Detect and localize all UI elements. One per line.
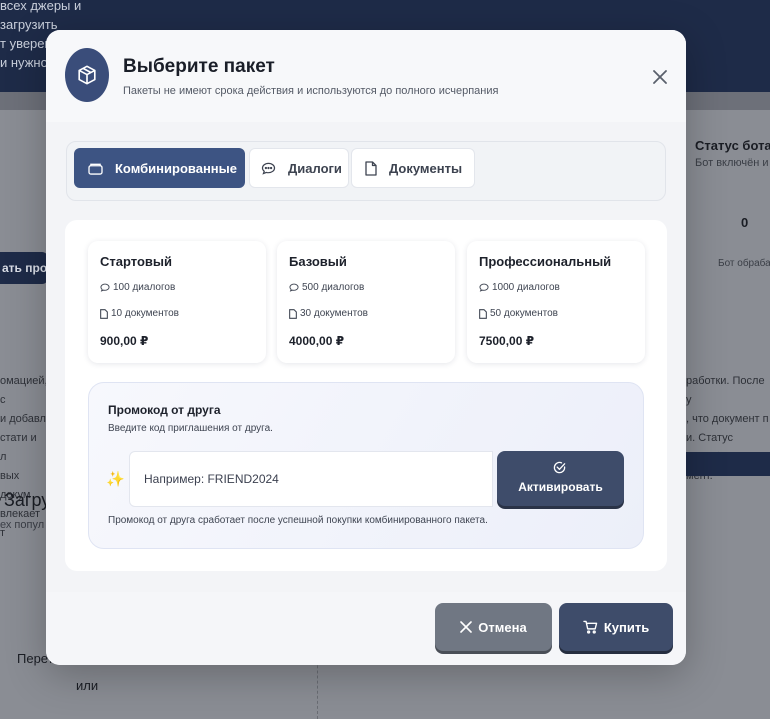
tab-dialogs[interactable]: Диалоги	[249, 148, 349, 188]
chat-icon	[289, 283, 299, 292]
promo-note: Промокод от друга сработает после успешн…	[108, 515, 488, 526]
cancel-button[interactable]: Отмена	[435, 603, 552, 651]
plan-dialogs: 100 диалогов	[100, 282, 175, 293]
cart-icon	[583, 620, 598, 634]
background-bot-text: Бот обраба	[718, 258, 770, 269]
plan-dialogs-text: 500 диалогов	[302, 282, 365, 293]
background-stat-value: 0	[741, 215, 749, 230]
background-status-subtitle: Бот включён и	[695, 157, 769, 169]
tab-combined-label: Комбинированные	[115, 160, 237, 176]
plan-dialogs: 500 диалогов	[289, 282, 364, 293]
plan-price: 4000,00 ₽	[289, 334, 345, 348]
promo-subtitle: Введите код приглашения от друга.	[108, 423, 273, 434]
modal-body: Комбинированные Диалоги Документы Старто…	[46, 122, 686, 592]
close-button[interactable]	[648, 65, 672, 89]
package-panel: Стартовый 100 диалогов 10 документов 900…	[65, 220, 667, 571]
sparkle-icon: ✨	[106, 471, 125, 488]
background-status-title: Статус бота	[695, 138, 770, 153]
background-or-text: или	[76, 678, 99, 693]
background-upload-title: Загру	[4, 490, 51, 510]
modal-footer: Отмена Купить	[46, 592, 686, 665]
tab-documents-label: Документы	[389, 160, 463, 176]
check-circle-icon	[553, 461, 566, 477]
tab-documents[interactable]: Документы	[351, 148, 475, 188]
promo-code-input[interactable]	[129, 451, 493, 507]
buy-button[interactable]: Купить	[559, 603, 673, 651]
plan-name: Базовый	[289, 254, 347, 269]
plan-card-professional[interactable]: Профессиональный 1000 диалогов 50 докуме…	[467, 241, 645, 363]
tab-combined[interactable]: Комбинированные	[74, 148, 245, 188]
plan-price: 900,00 ₽	[100, 334, 149, 348]
wallet-icon	[88, 162, 103, 175]
document-icon	[479, 308, 487, 319]
modal-subtitle: Пакеты не имеют срока действия и использ…	[123, 85, 499, 97]
background-upload-subtitle: ех попул	[0, 519, 45, 531]
modal-header: Выберите пакет Пакеты не имеют срока дей…	[46, 30, 686, 122]
chat-icon	[479, 283, 489, 292]
plan-documents: 10 документов	[100, 308, 179, 319]
document-icon	[365, 160, 377, 176]
plan-dialogs-text: 100 диалогов	[113, 282, 176, 293]
promo-title: Промокод от друга	[108, 403, 221, 417]
plan-name: Профессиональный	[479, 254, 612, 269]
plan-documents-text: 10 документов	[111, 308, 179, 319]
tab-dialogs-label: Диалоги	[288, 160, 342, 176]
promo-section: Промокод от друга Введите код приглашени…	[88, 382, 644, 549]
plan-card-starter[interactable]: Стартовый 100 диалогов 10 документов 900…	[88, 241, 266, 363]
buy-button-label: Купить	[603, 619, 650, 635]
package-tabs: Комбинированные Диалоги Документы	[66, 141, 666, 201]
activate-button-label: Активировать	[518, 480, 603, 494]
document-icon	[289, 308, 297, 319]
plan-documents-text: 30 документов	[300, 308, 368, 319]
plan-card-basic[interactable]: Базовый 500 диалогов 30 документов 4000,…	[277, 241, 455, 363]
close-icon	[653, 70, 667, 84]
plan-dialogs: 1000 диалогов	[479, 282, 560, 293]
plan-price: 7500,00 ₽	[479, 334, 535, 348]
close-icon	[460, 621, 473, 633]
plan-documents: 30 документов	[289, 308, 368, 319]
box-icon	[65, 48, 109, 102]
background-left-button: ать про	[0, 252, 48, 284]
background-left-paragraph: омацией, с и добавл стати и л вых докум …	[0, 375, 46, 539]
background-right-bar	[686, 452, 770, 476]
activate-button[interactable]: Активировать	[497, 451, 624, 506]
cancel-button-label: Отмена	[478, 619, 527, 635]
chat-icon	[100, 283, 110, 292]
package-modal: Выберите пакет Пакеты не имеют срока дей…	[46, 30, 686, 665]
modal-title: Выберите пакет	[123, 56, 275, 77]
plan-name: Стартовый	[100, 254, 172, 269]
plan-dialogs-text: 1000 диалогов	[492, 282, 560, 293]
document-icon	[100, 308, 108, 319]
plan-documents-text: 50 документов	[490, 308, 558, 319]
plan-documents: 50 документов	[479, 308, 558, 319]
chat-icon	[261, 162, 276, 175]
